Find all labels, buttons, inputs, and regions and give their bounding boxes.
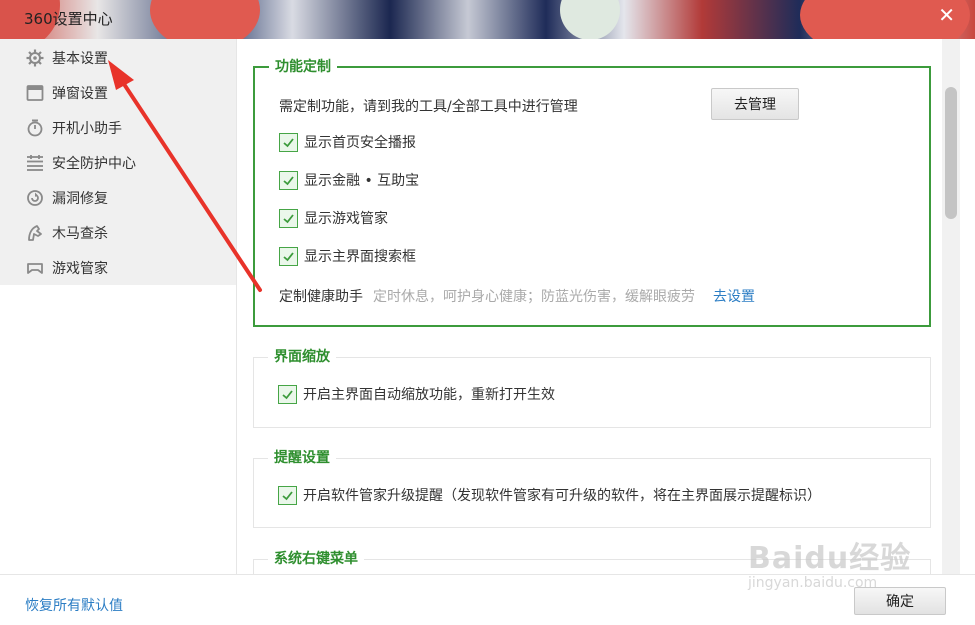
sidebar-nav: 基本设置 弹窗设置 开机小助手 安全防护中心 漏洞修复 木马查杀 游戏管家: [0, 39, 236, 285]
checkbox[interactable]: [279, 208, 298, 228]
go-manage-button[interactable]: 去管理: [711, 88, 799, 120]
option-label: 显示游戏管家: [304, 211, 388, 227]
watermark-main: Baidu经验: [748, 541, 912, 576]
option-label: 显示首页安全播报: [304, 135, 416, 151]
banner-art: [560, 0, 620, 39]
gear-icon: [26, 49, 44, 67]
option-label: 显示金融 • 互助宝: [304, 173, 420, 189]
window-title: 360设置中心: [24, 10, 113, 28]
option-label: 开启主界面自动缩放功能，重新打开生效: [303, 387, 555, 403]
trojan-icon: [26, 224, 44, 242]
checkbox[interactable]: [278, 485, 297, 505]
shield-grid-icon: [26, 154, 44, 172]
checkbox[interactable]: [279, 246, 298, 266]
checkbox[interactable]: [279, 170, 298, 190]
health-assistant-row: 定制健康助手 定时休息，呵护身心健康；防蓝光伤害，缓解眼疲劳 去设置: [279, 286, 755, 306]
sidebar-item-label: 游戏管家: [52, 260, 108, 277]
sidebar-item-boot-assistant[interactable]: 开机小助手: [0, 110, 236, 145]
section-title: 界面缩放: [268, 348, 336, 366]
sidebar-item-game-manager[interactable]: 游戏管家: [0, 250, 236, 285]
sidebar-item-label: 弹窗设置: [52, 85, 108, 102]
watermark-sub: jingyan.baidu.com: [748, 575, 878, 591]
timer-icon: [26, 119, 44, 137]
sidebar-item-label: 漏洞修复: [52, 190, 108, 207]
banner-art: [150, 0, 260, 39]
section-reminder: 提醒设置 开启软件管家升级提醒（发现软件管家有可升级的软件，将在主界面展示提醒标…: [253, 449, 931, 528]
sidebar-item-basic-settings[interactable]: 基本设置: [0, 40, 236, 75]
section-title: 功能定制: [269, 58, 337, 76]
sidebar-item-label: 安全防护中心: [52, 155, 136, 172]
scrollbar-thumb[interactable]: [945, 87, 957, 219]
gamepad-icon: [26, 259, 44, 277]
vertical-scrollbar[interactable]: [942, 39, 960, 574]
sidebar-item-label: 基本设置: [52, 50, 108, 67]
baidu-watermark: Baidu经验 jingyan.baidu.com: [748, 533, 911, 591]
title-bar: 360设置中心 ✕: [0, 0, 975, 39]
sidebar-item-vulnerability-repair[interactable]: 漏洞修复: [0, 180, 236, 215]
sidebar: 基本设置 弹窗设置 开机小助手 安全防护中心 漏洞修复 木马查杀 游戏管家: [0, 39, 237, 574]
option-auto-zoom[interactable]: 开启主界面自动缩放功能，重新打开生效: [278, 384, 555, 404]
sidebar-item-popup-settings[interactable]: 弹窗设置: [0, 75, 236, 110]
option-show-search-box[interactable]: 显示主界面搜索框: [279, 246, 416, 266]
section-title: 系统右键菜单: [268, 550, 364, 568]
option-label: 开启软件管家升级提醒（发现软件管家有可升级的软件，将在主界面展示提醒标识）: [303, 488, 821, 504]
health-hint: 定时休息，呵护身心健康；防蓝光伤害，缓解眼疲劳: [373, 289, 695, 305]
window-icon: [26, 84, 44, 102]
section-feature-custom: 功能定制 需定制功能，请到我的工具/全部工具中进行管理 去管理 显示首页安全播报…: [253, 58, 931, 327]
repair-icon: [26, 189, 44, 207]
manage-hint-text: 需定制功能，请到我的工具/全部工具中进行管理: [279, 99, 578, 115]
go-settings-link[interactable]: 去设置: [713, 286, 755, 306]
option-show-finance[interactable]: 显示金融 • 互助宝: [279, 170, 419, 190]
restore-defaults-link[interactable]: 恢复所有默认值: [25, 595, 123, 615]
manage-hint: 需定制功能，请到我的工具/全部工具中进行管理: [279, 96, 578, 116]
settings-content[interactable]: 功能定制 需定制功能，请到我的工具/全部工具中进行管理 去管理 显示首页安全播报…: [238, 39, 942, 574]
section-title: 提醒设置: [268, 449, 336, 467]
sidebar-item-label: 开机小助手: [52, 120, 122, 137]
health-label: 定制健康助手: [279, 289, 363, 305]
checkbox[interactable]: [278, 384, 297, 404]
sidebar-item-trojan-scan[interactable]: 木马查杀: [0, 215, 236, 250]
close-icon[interactable]: ✕: [938, 4, 955, 26]
option-show-security-broadcast[interactable]: 显示首页安全播报: [279, 132, 416, 152]
checkbox[interactable]: [279, 132, 298, 152]
confirm-button[interactable]: 确定: [854, 587, 946, 615]
option-label: 显示主界面搜索框: [304, 249, 416, 265]
option-show-game-manager[interactable]: 显示游戏管家: [279, 208, 388, 228]
sidebar-item-label: 木马查杀: [52, 225, 108, 242]
option-upgrade-reminder[interactable]: 开启软件管家升级提醒（发现软件管家有可升级的软件，将在主界面展示提醒标识）: [278, 485, 821, 505]
sidebar-item-security-center[interactable]: 安全防护中心: [0, 145, 236, 180]
section-ui-zoom: 界面缩放 开启主界面自动缩放功能，重新打开生效: [253, 348, 931, 428]
